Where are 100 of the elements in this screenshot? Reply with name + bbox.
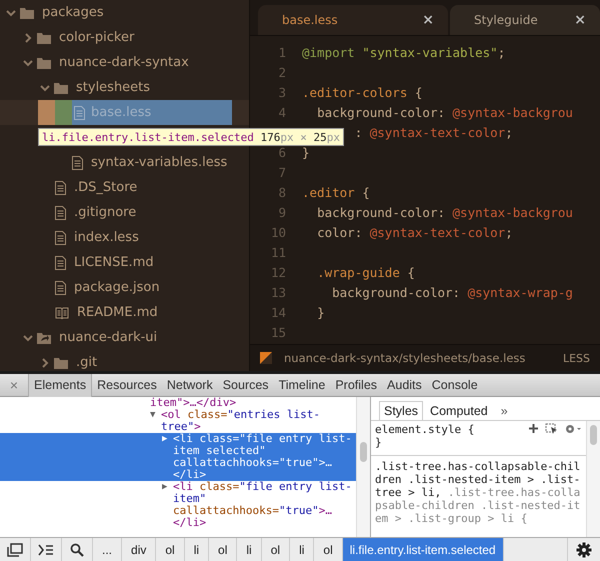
- code-text: background-color:: [317, 204, 446, 222]
- file-name[interactable]: package.json: [74, 280, 160, 295]
- line-number: 10: [270, 224, 287, 242]
- devtools-tab[interactable]: Resources: [92, 374, 162, 396]
- breadcrumb[interactable]: ol: [209, 538, 238, 561]
- folder-name[interactable]: .git: [76, 355, 98, 370]
- folder-name[interactable]: nuance-dark-ui: [59, 330, 158, 345]
- breadcrumb[interactable]: li: [237, 538, 262, 561]
- styles-tab[interactable]: Computed: [425, 401, 493, 420]
- line-number: 11: [270, 244, 287, 262]
- file-icon: [55, 206, 66, 220]
- folder-name[interactable]: nuance-dark-syntax: [59, 55, 189, 70]
- margin-highlight: [38, 100, 55, 125]
- file-name[interactable]: syntax-variables.less: [91, 155, 228, 170]
- chevron-down-icon[interactable]: [23, 332, 33, 342]
- folder-icon: [20, 6, 34, 18]
- chevron-right-icon[interactable]: [40, 358, 50, 368]
- code-text: {: [362, 184, 370, 202]
- styles-tab[interactable]: Styles: [379, 401, 424, 420]
- line-number: 7: [277, 164, 287, 182]
- devtools-tab[interactable]: Network: [162, 374, 218, 396]
- code-text: .editor-colors: [302, 84, 408, 102]
- devtools-tab[interactable]: Timeline: [274, 374, 330, 396]
- chevron-right-icon[interactable]: [23, 32, 33, 42]
- dom-node[interactable]: ▼ <ol class="entries list-tree">: [150, 409, 356, 433]
- scrollbar-thumb[interactable]: [360, 442, 367, 462]
- file-name[interactable]: README.md: [77, 305, 158, 320]
- breadcrumb[interactable]: ...: [93, 538, 122, 561]
- code-text: @syntax-text-color: [370, 224, 506, 242]
- line-number: 12: [270, 264, 287, 282]
- code-text: {: [407, 264, 415, 282]
- code-text: @syntax-text-color: [370, 124, 506, 142]
- editor-tab[interactable]: Styleguide ×: [450, 5, 600, 35]
- code-text: "syntax-variables": [362, 44, 498, 62]
- breadcrumb[interactable]: div: [122, 538, 156, 561]
- file-icon: [55, 256, 66, 270]
- css-selector: .list-tree.has-collapsable-children .list-nested-item > .list-tree > li, .list-tree.has-collapsable-children .list-nested-item > .list-group > li {: [374, 459, 582, 527]
- close-icon[interactable]: ×: [574, 12, 586, 28]
- code-text: ;: [505, 124, 513, 142]
- devtools-tab[interactable]: Audits: [382, 374, 427, 396]
- devtools-tab[interactable]: Profiles: [330, 374, 382, 396]
- style-rule-text: }: [375, 436, 383, 449]
- line-number: 2: [277, 64, 287, 82]
- style-rule-text: element.style {: [375, 423, 474, 436]
- code-text: .wrap-guide: [317, 264, 400, 282]
- folder-icon: [54, 82, 68, 94]
- devtools-tab[interactable]: Elements: [28, 374, 92, 396]
- chevron-down-icon[interactable]: [40, 82, 50, 92]
- breadcrumb[interactable]: li: [184, 538, 210, 561]
- devtools-tab[interactable]: Sources: [218, 374, 274, 396]
- scrollbar-thumb[interactable]: [590, 425, 597, 445]
- file-name[interactable]: LICENSE.md: [74, 255, 154, 270]
- folder-icon: [37, 32, 51, 44]
- code-text: background-color:: [332, 284, 462, 302]
- folder-name[interactable]: color-picker: [59, 30, 134, 45]
- file-icon: [74, 106, 85, 120]
- file-name[interactable]: .gitignore: [74, 205, 136, 220]
- grammar-label[interactable]: LESS: [562, 352, 590, 364]
- code-text: }: [317, 304, 325, 322]
- breadcrumb[interactable]: ol: [156, 538, 185, 561]
- code-text: ;: [505, 224, 513, 242]
- file-icon: [55, 180, 66, 194]
- padding-highlight: [55, 100, 72, 125]
- file-icon: [72, 156, 83, 170]
- code-text: .editor: [302, 184, 355, 202]
- breadcrumb[interactable]: ol: [262, 538, 290, 561]
- element-state-icon[interactable]: [545, 423, 558, 435]
- code-text: background-color:: [317, 104, 446, 122]
- folder-name[interactable]: packages: [42, 5, 104, 20]
- editor-tab[interactable]: base.less ×: [258, 5, 448, 35]
- folder-icon: [54, 356, 68, 368]
- dom-node[interactable]: item">…</div>: [150, 397, 356, 409]
- code-text: @syntax-backgrou: [452, 204, 573, 222]
- chevron-down-icon[interactable]: [23, 58, 33, 68]
- breadcrumb[interactable]: li.file.entry.list-item.selected: [342, 538, 504, 561]
- code-text: ;: [498, 44, 506, 62]
- code-text: @import: [302, 44, 356, 62]
- element-tooltip: li.file.entry.list-item.selected 176px × 25px: [38, 128, 344, 146]
- code-text: @syntax-wrap-g: [468, 284, 573, 302]
- devtools-tab[interactable]: Console: [426, 374, 483, 396]
- breadcrumb[interactable]: li: [290, 538, 314, 561]
- code-text: {: [414, 84, 422, 102]
- close-icon[interactable]: ×: [422, 12, 434, 28]
- chevron-down-icon[interactable]: [6, 8, 16, 18]
- file-name[interactable]: index.less: [74, 230, 139, 245]
- line-number: 1: [277, 44, 287, 62]
- dom-node[interactable]: ▶ <li class="file entry list-item selected" callattachhooks="true">…</li>: [0, 433, 356, 481]
- code-text: color:: [317, 224, 364, 242]
- file-icon: [55, 230, 66, 244]
- code-text: @syntax-backgrou: [452, 104, 573, 122]
- code-text: :: [354, 124, 364, 142]
- line-number: 8: [277, 184, 287, 202]
- status-square-icon: [260, 352, 272, 364]
- dom-node[interactable]: ▶ <li class="file entry list-item" callattachhooks="true">…</li>: [150, 481, 356, 529]
- more-tabs-button[interactable]: »: [494, 402, 514, 420]
- file-name[interactable]: .DS_Store: [74, 180, 138, 195]
- folder-name[interactable]: stylesheets: [76, 80, 150, 95]
- plus-icon[interactable]: [528, 423, 539, 434]
- line-number: 13: [270, 284, 287, 302]
- line-number: 14: [270, 304, 287, 322]
